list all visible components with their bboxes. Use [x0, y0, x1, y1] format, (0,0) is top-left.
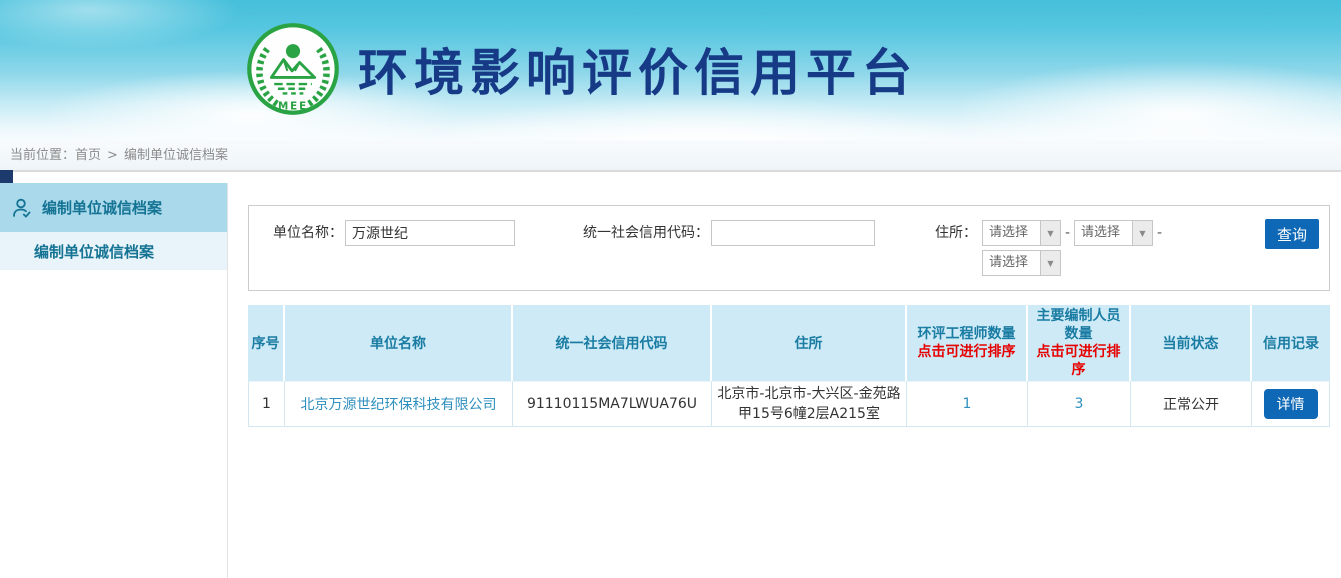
- city-select[interactable]: 请选择 ▼: [1074, 220, 1153, 246]
- sidebar-divider: [227, 183, 228, 578]
- cloud-decoration: [0, 0, 240, 50]
- col-header-status: 当前状态: [1131, 305, 1252, 381]
- staff-count-link[interactable]: 3: [1075, 396, 1084, 412]
- col-header-company-name: 单位名称: [285, 305, 513, 381]
- sort-hint: 点击可进行排序: [909, 343, 1024, 361]
- credit-code-label: 统一社会信用代码：: [549, 220, 709, 246]
- company-name-input[interactable]: [345, 220, 515, 246]
- cell-address: 北京市-北京市-大兴区-金苑路甲15号6幢2层A215室: [712, 381, 907, 427]
- dropdown-arrow-icon[interactable]: ▼: [1040, 221, 1060, 245]
- sort-hint: 点击可进行排序: [1030, 343, 1127, 379]
- cell-credit-code: 91110115MA7LWUA76U: [513, 381, 712, 427]
- dropdown-arrow-icon[interactable]: ▼: [1132, 221, 1152, 245]
- district-select[interactable]: 请选择 ▼: [982, 250, 1061, 276]
- address-dash: -: [1157, 220, 1162, 246]
- sidebar-subitem-label: 编制单位诚信档案: [34, 241, 154, 262]
- sidebar-item-label: 编制单位诚信档案: [42, 197, 162, 218]
- engineer-count-link[interactable]: 1: [963, 396, 972, 412]
- company-name-link[interactable]: 北京万源世纪环保科技有限公司: [301, 397, 497, 413]
- page: MEE 环境影响评价信用平台 当前位置：首页 > 编制单位诚信档案 编制单位诚信档案…: [0, 0, 1341, 578]
- col-header-engineer-count-sortable[interactable]: 环评工程师数量 点击可进行排序: [907, 305, 1028, 381]
- company-name-label: 单位名称：: [249, 220, 343, 246]
- svg-text:MEE: MEE: [278, 100, 308, 112]
- sidebar-subitem-unit-credit-archive[interactable]: 编制单位诚信档案: [0, 232, 228, 270]
- table-row: 1 北京万源世纪环保科技有限公司 91110115MA7LWUA76U 北京市-…: [248, 381, 1330, 427]
- credit-code-input[interactable]: [711, 220, 875, 246]
- province-select-value: 请选择: [983, 221, 1040, 245]
- dropdown-arrow-icon[interactable]: ▼: [1040, 251, 1060, 275]
- corner-marker: [0, 170, 13, 183]
- col-header-staff-count-sortable[interactable]: 主要编制人员数量 点击可进行排序: [1028, 305, 1131, 381]
- address-label: 住所：: [889, 220, 977, 246]
- breadcrumb: 当前位置：首页 > 编制单位诚信档案: [0, 140, 1341, 172]
- sidebar-item-unit-credit-archive[interactable]: 编制单位诚信档案: [0, 183, 228, 232]
- breadcrumb-current-link[interactable]: 编制单位诚信档案: [124, 148, 228, 163]
- breadcrumb-separator: >: [107, 148, 118, 163]
- col-header-engineer-count-label: 环评工程师数量: [909, 325, 1024, 343]
- site-title: 环境影响评价信用平台: [358, 33, 918, 105]
- breadcrumb-prefix: 当前位置：: [10, 148, 75, 163]
- brand: MEE 环境影响评价信用平台: [246, 22, 918, 116]
- sidebar: 编制单位诚信档案 编制单位诚信档案: [0, 183, 228, 270]
- col-header-address: 住所: [712, 305, 907, 381]
- mee-logo-icon: MEE: [246, 22, 340, 116]
- query-button[interactable]: 查询: [1265, 219, 1319, 249]
- site-header: MEE 环境影响评价信用平台: [0, 0, 1341, 140]
- province-select[interactable]: 请选择 ▼: [982, 220, 1061, 246]
- district-select-value: 请选择: [983, 251, 1040, 275]
- col-header-index: 序号: [248, 305, 285, 381]
- cell-index: 1: [248, 381, 285, 427]
- table-header-row: 序号 单位名称 统一社会信用代码 住所 环评工程师数量 点击可进行排序 主要编制…: [248, 305, 1330, 381]
- results-table: 序号 单位名称 统一社会信用代码 住所 环评工程师数量 点击可进行排序 主要编制…: [248, 305, 1330, 427]
- col-header-credit-record: 信用记录: [1252, 305, 1330, 381]
- search-panel: 单位名称： 统一社会信用代码： 住所： 请选择 ▼ - 请选择 ▼ - 请选择 …: [248, 205, 1330, 291]
- breadcrumb-home-link[interactable]: 首页: [75, 148, 101, 163]
- col-header-staff-count-label: 主要编制人员数量: [1030, 307, 1127, 343]
- person-check-icon: [10, 196, 34, 220]
- address-dash: -: [1065, 220, 1070, 246]
- col-header-credit-code: 统一社会信用代码: [513, 305, 712, 381]
- cell-status: 正常公开: [1131, 381, 1252, 427]
- detail-button[interactable]: 详情: [1264, 389, 1318, 419]
- city-select-value: 请选择: [1075, 221, 1132, 245]
